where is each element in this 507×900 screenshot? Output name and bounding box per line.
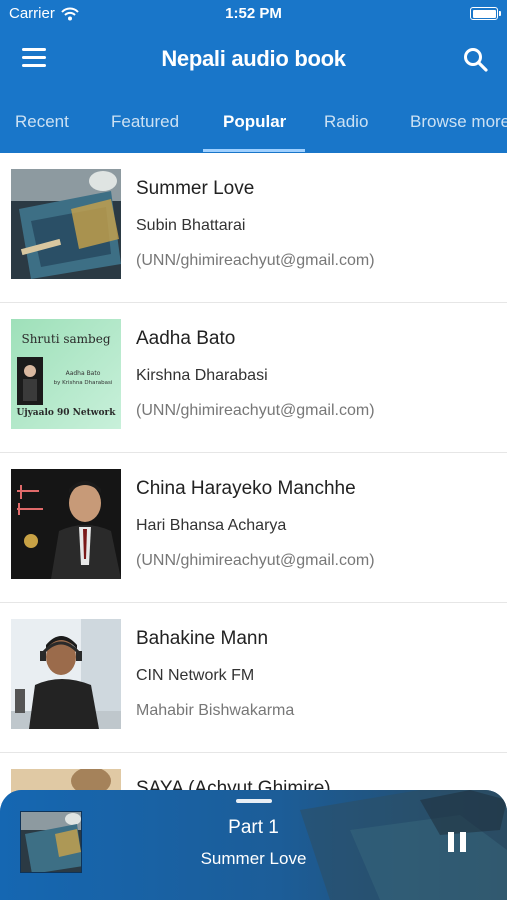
status-bar: Carrier 1:52 PM xyxy=(0,0,507,28)
cover-title: Shruti sambeg xyxy=(21,332,110,346)
now-playing-part: Part 1 xyxy=(228,817,279,838)
book-author: Subin Bhattarai xyxy=(136,217,246,234)
cover-byline: by Krishna Dharabasi xyxy=(54,380,113,386)
list-item[interactable]: Shruti sambeg Aadha Bato by Krishna Dhar… xyxy=(0,303,507,453)
list-item[interactable]: Summer Love Subin Bhattarai (UNN/ghimire… xyxy=(0,153,507,303)
tab-featured[interactable]: Featured xyxy=(111,100,179,153)
cover-network: Ujyaalo 90 Network xyxy=(16,408,116,418)
pause-icon[interactable] xyxy=(448,832,466,852)
book-title: Aadha Bato xyxy=(136,328,236,349)
now-playing-title: Summer Love xyxy=(200,849,307,868)
book-title: China Harayeko Manchhe xyxy=(136,478,356,499)
list-item[interactable]: Bahakine Mann CIN Network FM Mahabir Bis… xyxy=(0,603,507,753)
tab-browse-more[interactable]: Browse more xyxy=(410,100,507,153)
book-publisher: (UNN/ghimireachyut@gmail.com) xyxy=(136,252,375,269)
active-tab-indicator xyxy=(203,149,305,152)
page-title: Nepali audio book xyxy=(161,46,346,71)
book-title: Summer Love xyxy=(136,178,255,199)
search-icon[interactable] xyxy=(462,46,490,74)
cover-subtitle: Aadha Bato xyxy=(66,370,101,377)
tab-bar: Recent Featured Popular Radio Browse mor… xyxy=(0,100,507,153)
toolbar: Nepali audio book xyxy=(0,36,507,84)
app-bar: Carrier 1:52 PM Nepali audio book Recent… xyxy=(0,0,507,153)
clock: 1:52 PM xyxy=(225,5,282,22)
book-cover: Shruti sambeg Aadha Bato by Krishna Dhar… xyxy=(11,319,121,429)
tab-radio[interactable]: Radio xyxy=(324,100,368,153)
now-playing-bar[interactable]: Part 1 Summer Love xyxy=(0,790,507,900)
battery-icon xyxy=(470,7,501,20)
book-cover xyxy=(11,469,121,579)
book-cover xyxy=(11,619,121,729)
book-publisher: Mahabir Bishwakarma xyxy=(136,702,295,719)
drag-handle[interactable] xyxy=(236,799,272,803)
book-publisher: (UNN/ghimireachyut@gmail.com) xyxy=(136,552,375,569)
list-item[interactable]: China Harayeko Manchhe Hari Bhansa Achar… xyxy=(0,453,507,603)
book-list: Summer Love Subin Bhattarai (UNN/ghimire… xyxy=(0,153,507,900)
tab-recent[interactable]: Recent xyxy=(15,100,69,153)
book-title: Bahakine Mann xyxy=(136,628,269,649)
book-author: Kirshna Dharabasi xyxy=(136,367,268,384)
book-publisher: (UNN/ghimireachyut@gmail.com) xyxy=(136,402,375,419)
book-cover xyxy=(11,169,121,279)
book-author: Hari Bhansa Acharya xyxy=(136,517,287,534)
tab-popular[interactable]: Popular xyxy=(223,100,286,153)
book-author: CIN Network FM xyxy=(136,667,255,684)
